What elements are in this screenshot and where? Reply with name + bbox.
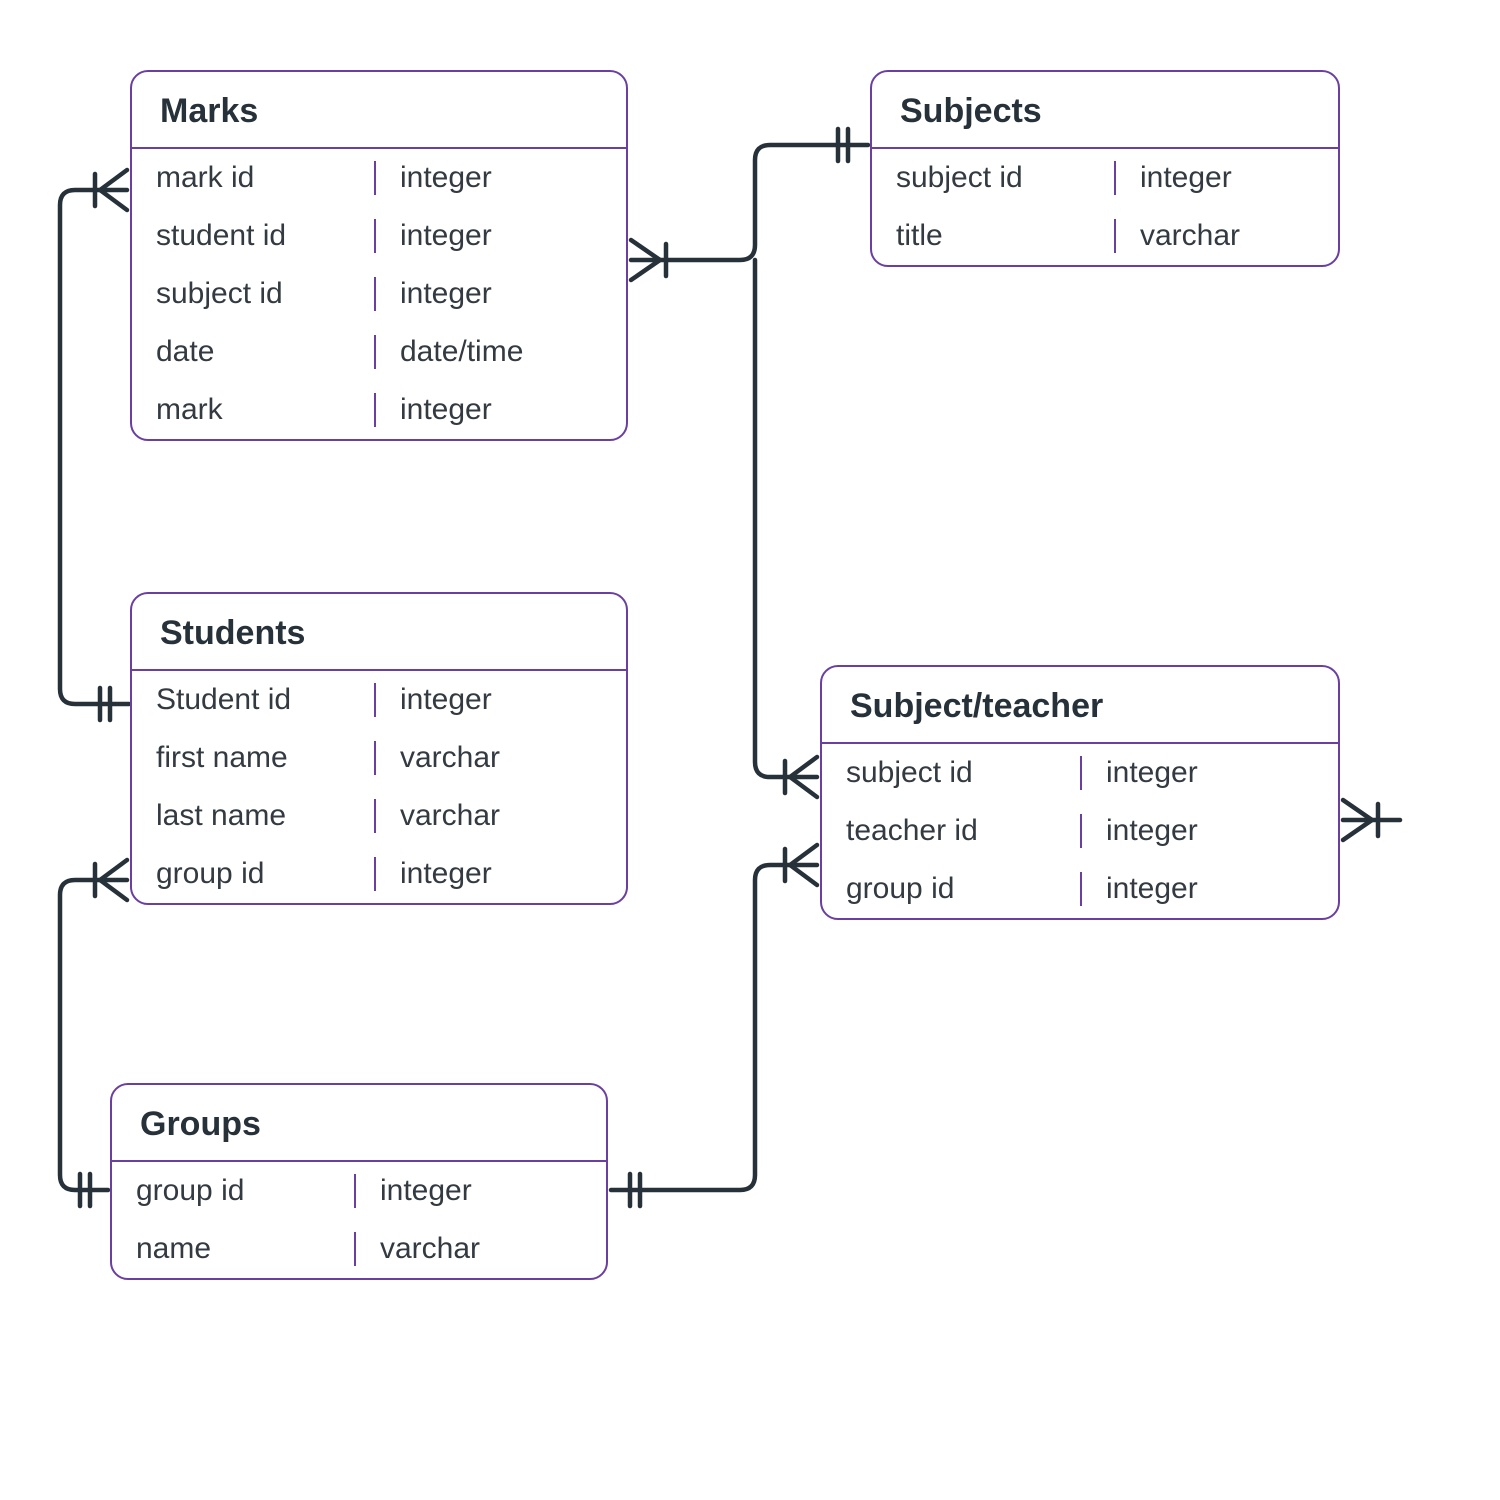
field-row: date date/time — [132, 323, 626, 381]
field-row: teacher id integer — [822, 802, 1338, 860]
field-type: varchar — [376, 799, 626, 833]
field-name: first name — [132, 741, 376, 775]
field-row: Student id integer — [132, 671, 626, 729]
field-type: integer — [1082, 814, 1338, 848]
field-row: subject id integer — [872, 149, 1338, 207]
field-name: date — [132, 335, 376, 369]
field-type: integer — [356, 1174, 606, 1208]
field-row: subject id integer — [132, 265, 626, 323]
field-name: teacher id — [822, 814, 1082, 848]
field-name: last name — [132, 799, 376, 833]
field-name: group id — [132, 857, 376, 891]
field-row: group id integer — [112, 1162, 606, 1220]
er-diagram-canvas: Marks mark id integer student id integer… — [0, 0, 1500, 1500]
field-name: student id — [132, 219, 376, 253]
field-type: integer — [376, 683, 626, 717]
field-type: varchar — [376, 741, 626, 775]
entity-title: Groups — [112, 1085, 606, 1162]
field-type: integer — [376, 219, 626, 253]
field-row: mark id integer — [132, 149, 626, 207]
field-row: title varchar — [872, 207, 1338, 265]
field-type: integer — [1082, 756, 1338, 790]
field-name: subject id — [822, 756, 1082, 790]
field-type: integer — [376, 277, 626, 311]
field-type: date/time — [376, 335, 626, 369]
field-row: group id integer — [132, 845, 626, 903]
entity-subjects: Subjects subject id integer title varcha… — [870, 70, 1340, 267]
entity-groups: Groups group id integer name varchar — [110, 1083, 608, 1280]
entity-title: Students — [132, 594, 626, 671]
field-type: integer — [1082, 872, 1338, 906]
field-name: subject id — [132, 277, 376, 311]
field-row: first name varchar — [132, 729, 626, 787]
entity-students: Students Student id integer first name v… — [130, 592, 628, 905]
entity-title: Marks — [132, 72, 626, 149]
field-row: name varchar — [112, 1220, 606, 1278]
field-row: student id integer — [132, 207, 626, 265]
entity-subject-teacher: Subject/teacher subject id integer teach… — [820, 665, 1340, 920]
field-row: subject id integer — [822, 744, 1338, 802]
field-name: name — [112, 1232, 356, 1266]
field-name: group id — [112, 1174, 356, 1208]
entity-title: Subjects — [872, 72, 1338, 149]
field-type: integer — [1116, 161, 1338, 195]
field-row: mark integer — [132, 381, 626, 439]
field-name: Student id — [132, 683, 376, 717]
field-type: integer — [376, 393, 626, 427]
entity-title: Subject/teacher — [822, 667, 1338, 744]
field-name: mark — [132, 393, 376, 427]
field-type: varchar — [356, 1232, 606, 1266]
field-name: title — [872, 219, 1116, 253]
field-type: varchar — [1116, 219, 1338, 253]
field-name: mark id — [132, 161, 376, 195]
field-row: last name varchar — [132, 787, 626, 845]
field-type: integer — [376, 161, 626, 195]
entity-marks: Marks mark id integer student id integer… — [130, 70, 628, 441]
field-row: group id integer — [822, 860, 1338, 918]
field-type: integer — [376, 857, 626, 891]
field-name: subject id — [872, 161, 1116, 195]
field-name: group id — [822, 872, 1082, 906]
